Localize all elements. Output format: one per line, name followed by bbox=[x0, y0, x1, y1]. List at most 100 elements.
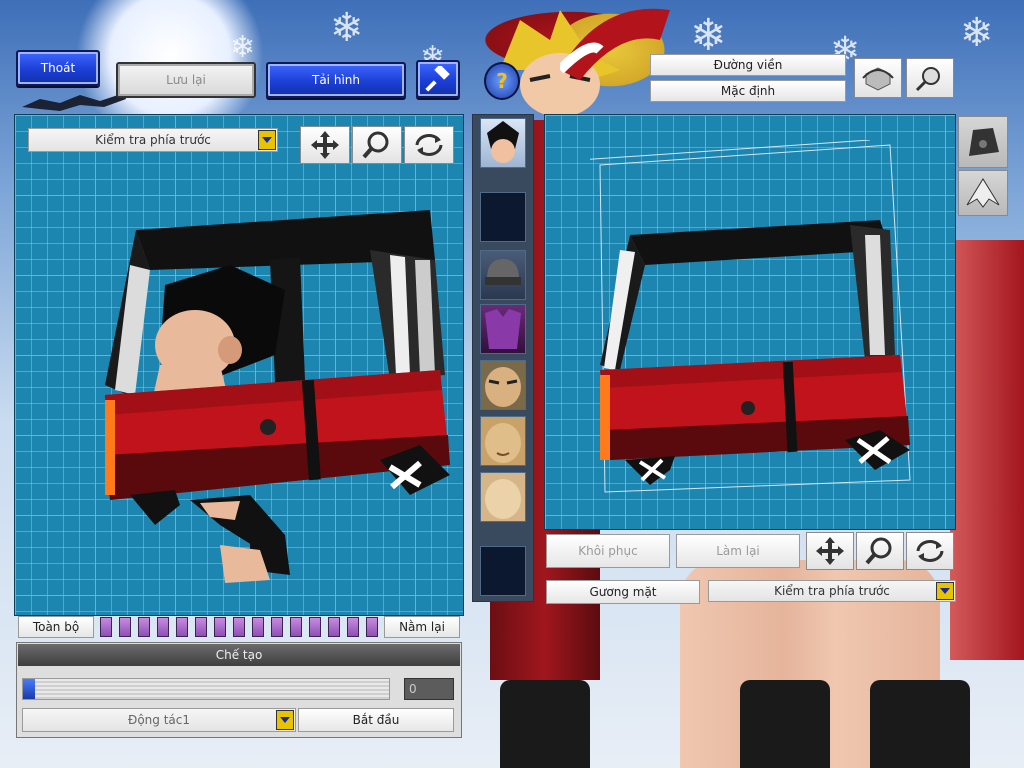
create-progress-value: 0 bbox=[404, 678, 454, 700]
part-slot-armor[interactable] bbox=[480, 304, 526, 354]
pose-slider-segment[interactable] bbox=[347, 617, 359, 637]
lie-down-label: Nằm lại bbox=[399, 620, 445, 634]
exit-button[interactable]: Thoát bbox=[16, 50, 100, 86]
face-thumbnail-icon bbox=[487, 121, 519, 163]
all-button[interactable]: Toàn bộ bbox=[18, 616, 94, 638]
action-select[interactable]: Động tác1 bbox=[22, 708, 296, 732]
help-icon: ? bbox=[496, 69, 508, 93]
zoom-icon bbox=[362, 131, 389, 159]
action-select-value: Động tác1 bbox=[128, 713, 190, 727]
rotate-view-button[interactable] bbox=[854, 58, 902, 98]
part-slot-face[interactable] bbox=[480, 118, 526, 168]
pose-slider-segment[interactable] bbox=[366, 617, 378, 637]
left-view-select[interactable]: Kiểm tra phía trước bbox=[28, 128, 278, 152]
face-label: Gương mặt bbox=[589, 585, 657, 599]
pose-slider-segment[interactable] bbox=[271, 617, 283, 637]
outline-label: Đường viền bbox=[713, 58, 783, 72]
right-move-button[interactable] bbox=[806, 532, 854, 570]
helmet-icon bbox=[485, 259, 521, 285]
start-label: Bắt đầu bbox=[352, 713, 400, 727]
help-button[interactable]: ? bbox=[484, 62, 520, 100]
default-label: Mặc định bbox=[720, 84, 776, 98]
armor-icon bbox=[485, 309, 521, 349]
snowflake-icon: ❄ bbox=[330, 5, 364, 51]
move-icon bbox=[311, 131, 339, 159]
redo-label: Làm lại bbox=[716, 544, 760, 558]
restore-button[interactable]: Khôi phục bbox=[546, 534, 670, 568]
load-image-button[interactable]: Tải hình bbox=[266, 62, 406, 98]
pose-slider-segment[interactable] bbox=[138, 617, 150, 637]
eyes-icon bbox=[485, 367, 521, 407]
pose-slider-segment[interactable] bbox=[290, 617, 302, 637]
pose-slider-segment[interactable] bbox=[157, 617, 169, 637]
character-coat-right bbox=[950, 240, 1024, 660]
character-boot-left bbox=[500, 680, 590, 768]
pose-slider-segment[interactable] bbox=[214, 617, 226, 637]
wing-icon bbox=[966, 178, 1000, 208]
save-button[interactable]: Lưu lại bbox=[116, 62, 256, 98]
pose-slider-segment[interactable] bbox=[252, 617, 264, 637]
all-label: Toàn bộ bbox=[32, 620, 80, 634]
exit-label: Thoát bbox=[40, 61, 76, 75]
right-view-select-value: Kiểm tra phía trước bbox=[774, 584, 890, 598]
pose-slider-segment[interactable] bbox=[176, 617, 188, 637]
left-view-select-value: Kiểm tra phía trước bbox=[95, 133, 211, 147]
left-rotate-button[interactable] bbox=[404, 126, 454, 164]
pose-slider-segment[interactable] bbox=[100, 617, 112, 637]
left-zoom-button[interactable] bbox=[352, 126, 402, 164]
right-zoom-button[interactable] bbox=[856, 532, 904, 570]
pose-slider-segment[interactable] bbox=[309, 617, 321, 637]
create-header: Chế tạo bbox=[18, 644, 460, 666]
rotate-icon bbox=[415, 134, 443, 156]
right-view-select[interactable]: Kiểm tra phía trước bbox=[708, 580, 956, 602]
move-icon bbox=[816, 537, 844, 565]
part-slot-eyes[interactable] bbox=[480, 360, 526, 410]
load-image-label: Tải hình bbox=[312, 73, 360, 87]
parts-strip bbox=[472, 114, 534, 602]
zoom-icon bbox=[865, 537, 892, 565]
create-header-label: Chế tạo bbox=[215, 648, 263, 662]
reindeer-silhouette bbox=[20, 85, 130, 113]
rock-icon bbox=[969, 128, 999, 156]
pose-slider-segment[interactable] bbox=[119, 617, 131, 637]
rock-item-button[interactable] bbox=[958, 116, 1008, 168]
create-progress-fill bbox=[23, 679, 35, 699]
part-slot-helmet[interactable] bbox=[480, 250, 526, 300]
rotate-box-icon bbox=[862, 67, 894, 91]
left-3d-model bbox=[100, 205, 460, 595]
mouth-icon bbox=[485, 423, 521, 463]
character-boot-right bbox=[870, 680, 970, 768]
restore-label: Khôi phục bbox=[578, 544, 638, 558]
hammer-icon bbox=[425, 66, 450, 92]
right-rotate-button[interactable] bbox=[906, 532, 954, 570]
pose-slider-segment[interactable] bbox=[328, 617, 340, 637]
save-label: Lưu lại bbox=[166, 73, 206, 87]
zoom-view-button[interactable] bbox=[906, 58, 954, 98]
redo-button[interactable]: Làm lại bbox=[676, 534, 800, 568]
progress-value-label: 0 bbox=[409, 682, 417, 696]
wing-item-button[interactable] bbox=[958, 170, 1008, 216]
chevron-down-icon[interactable] bbox=[276, 710, 294, 730]
zoom-box-icon bbox=[915, 67, 940, 92]
start-button[interactable]: Bắt đầu bbox=[298, 708, 454, 732]
chevron-down-icon[interactable] bbox=[936, 582, 954, 600]
left-move-button[interactable] bbox=[300, 126, 350, 164]
part-slot-mouth[interactable] bbox=[480, 416, 526, 466]
part-slot-head[interactable] bbox=[480, 472, 526, 522]
pose-slider-segment[interactable] bbox=[195, 617, 207, 637]
chevron-down-icon[interactable] bbox=[258, 130, 276, 150]
part-slot-empty-bottom[interactable] bbox=[480, 546, 526, 596]
hammer-button[interactable] bbox=[416, 60, 460, 98]
right-3d-model bbox=[590, 140, 930, 500]
snowflake-icon: ❄ bbox=[230, 30, 256, 65]
head-icon bbox=[485, 479, 521, 519]
rotate-icon bbox=[916, 540, 944, 562]
part-slot-empty[interactable] bbox=[480, 192, 526, 242]
character-boot-mid bbox=[740, 680, 830, 768]
face-button[interactable]: Gương mặt bbox=[546, 580, 700, 604]
pose-slider-segment[interactable] bbox=[233, 617, 245, 637]
create-progress-bar[interactable] bbox=[22, 678, 390, 700]
default-button[interactable]: Mặc định bbox=[650, 80, 846, 102]
lie-down-button[interactable]: Nằm lại bbox=[384, 616, 460, 638]
outline-button[interactable]: Đường viền bbox=[650, 54, 846, 76]
